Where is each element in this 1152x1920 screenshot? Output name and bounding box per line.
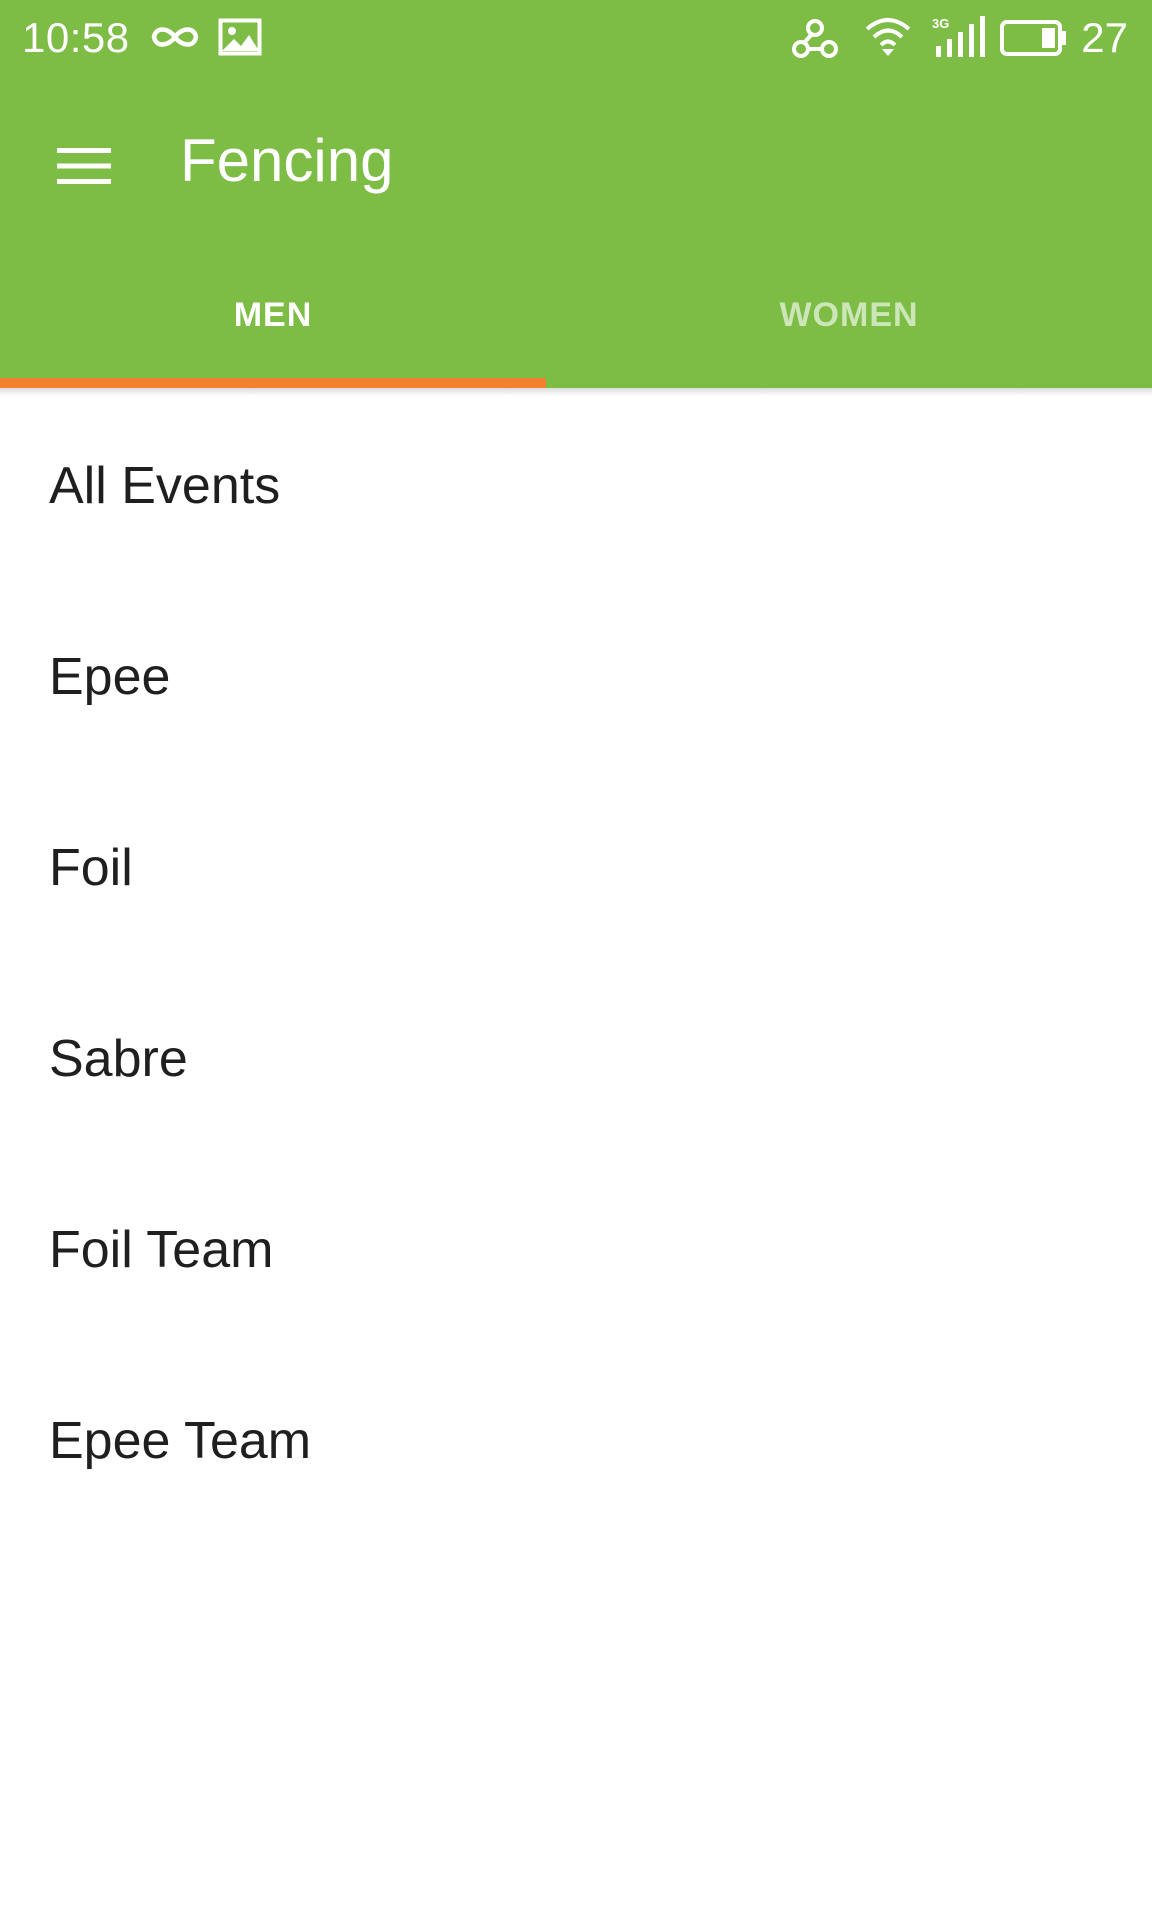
event-item-epee-team[interactable]: Epee Team [0,1345,1152,1536]
signal-3g-icon: 3G [932,16,985,57]
tab-women[interactable]: WOMEN [546,266,1152,388]
toolbar: Fencing [0,76,1152,248]
event-item-epee[interactable]: Epee [0,581,1152,772]
battery-level: 27 [1081,14,1128,61]
tab-indicator [0,378,546,388]
image-icon [218,18,262,56]
status-time: 10:58 [22,14,130,61]
svg-text:3G: 3G [932,16,949,31]
event-item-all-events[interactable]: All Events [0,390,1152,581]
infinity-icon [151,27,199,47]
event-list: All Events Epee Foil Sabre Foil Team Epe… [0,390,1152,1536]
event-item-sabre[interactable]: Sabre [0,963,1152,1154]
app-bar: 10:58 3G 27 Fencing MEN WOMEN [0,0,1152,388]
menu-button[interactable] [40,122,128,210]
event-item-foil-team[interactable]: Foil Team [0,1154,1152,1345]
event-item-foil[interactable]: Foil [0,772,1152,963]
wifi-icon [865,18,911,56]
battery-icon [1000,20,1066,56]
tab-men[interactable]: MEN [0,266,546,388]
tab-bar: MEN WOMEN [0,266,1152,388]
hamburger-menu-icon [57,148,111,184]
status-bar: 10:58 3G 27 [0,0,1152,76]
page-title: Fencing [180,127,394,194]
shield-network-icon [792,19,838,58]
